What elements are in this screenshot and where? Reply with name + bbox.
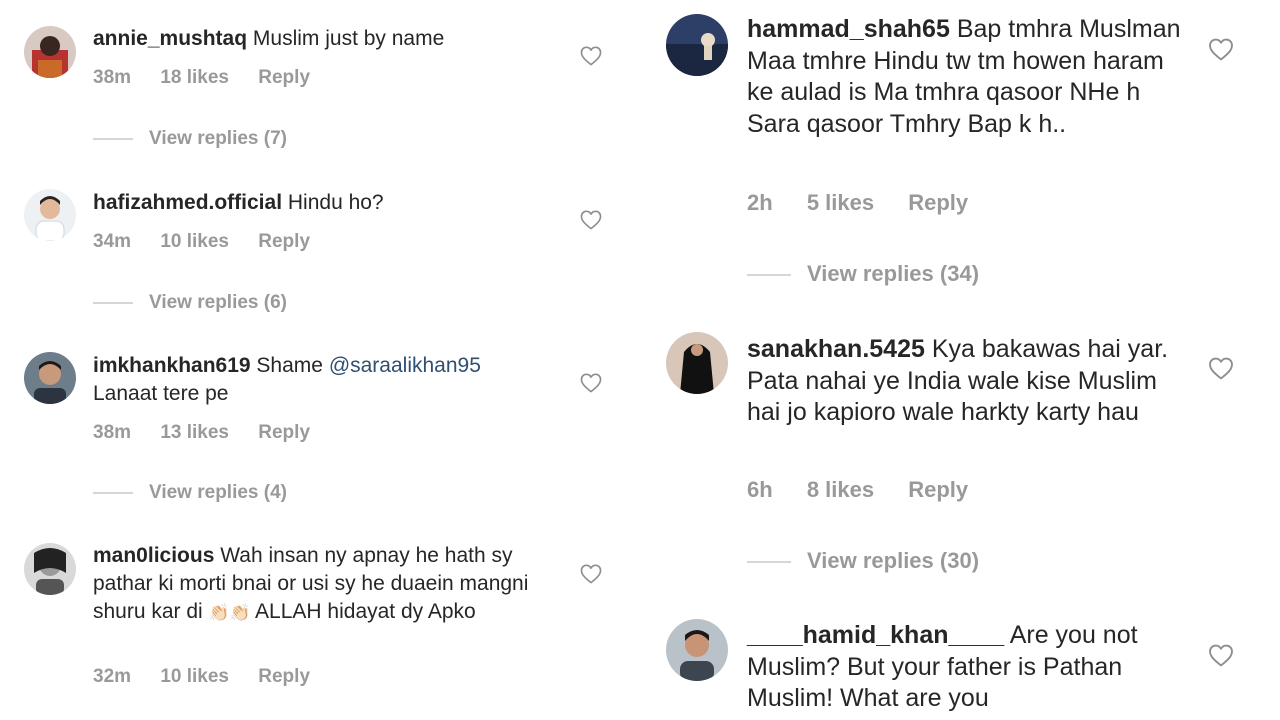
view-replies-label: View replies (6) — [149, 292, 287, 313]
reply-button[interactable]: Reply — [258, 67, 310, 89]
heart-outline-icon[interactable] — [580, 564, 602, 584]
comment-likes[interactable]: 8 likes — [807, 477, 874, 503]
divider — [747, 274, 791, 277]
comment-meta: 6h 8 likes Reply — [747, 477, 996, 503]
reply-button[interactable]: Reply — [258, 231, 310, 253]
avatar[interactable] — [666, 14, 728, 76]
comment-likes[interactable]: 18 likes — [160, 67, 229, 89]
comment-likes[interactable]: 5 likes — [807, 190, 874, 216]
comment-likes[interactable]: 10 likes — [160, 666, 229, 688]
reply-button[interactable]: Reply — [908, 477, 968, 503]
comment-time: 2h — [747, 190, 773, 215]
heart-outline-icon[interactable] — [1208, 38, 1234, 61]
comment-likes[interactable]: 13 likes — [160, 422, 229, 444]
view-replies-button[interactable]: View replies (7) — [93, 128, 287, 150]
view-replies-button[interactable]: View replies (30) — [747, 548, 979, 574]
comment-username[interactable]: ____hamid_khan____ — [747, 621, 1004, 649]
comment-text: Hindu ho? — [287, 191, 384, 214]
comment-meta: 38m 18 likes Reply — [93, 67, 334, 89]
heart-outline-icon[interactable] — [1208, 644, 1234, 667]
divider — [93, 137, 133, 140]
reply-button[interactable]: Reply — [258, 666, 310, 688]
comment-username[interactable]: hammad_shah65 — [747, 15, 950, 43]
comment-username[interactable]: annie_mushtaq — [93, 27, 247, 50]
comment-time: 32m — [93, 666, 132, 687]
view-replies-label: View replies (34) — [807, 261, 980, 286]
comment-time: 38m — [93, 422, 132, 443]
comment-mention-link[interactable]: @saraalikhan95 — [329, 354, 481, 377]
divider — [93, 301, 133, 304]
right-comment-column: hammad_shah65 Bap tmhra Muslman Maa tmhr… — [640, 0, 1280, 720]
comment-time: 38m — [93, 67, 132, 88]
avatar[interactable] — [666, 619, 728, 681]
heart-outline-icon[interactable] — [1208, 357, 1234, 380]
comment-likes[interactable]: 10 likes — [160, 231, 229, 253]
avatar[interactable] — [24, 543, 76, 595]
avatar[interactable] — [24, 352, 76, 404]
view-replies-button[interactable]: View replies (4) — [93, 482, 287, 504]
avatar[interactable] — [24, 26, 76, 78]
comment-username[interactable]: sanakhan.5425 — [747, 335, 925, 363]
heart-outline-icon[interactable] — [580, 373, 602, 393]
heart-outline-icon[interactable] — [580, 46, 602, 66]
comment-text-after: Lanaat tere pe — [93, 382, 229, 405]
reply-button[interactable]: Reply — [258, 422, 310, 444]
left-comment-column: annie_mushtaq Muslim just by name 38m 18… — [0, 0, 620, 720]
reply-button[interactable]: Reply — [908, 190, 968, 216]
comment-meta: 34m 10 likes Reply — [93, 231, 334, 253]
view-replies-label: View replies (4) — [149, 482, 287, 503]
avatar[interactable] — [24, 189, 76, 241]
avatar[interactable] — [666, 332, 728, 394]
comment-text: Muslim just by name — [252, 27, 445, 50]
clapping-hands-icon: 👏🏻👏🏻 — [208, 603, 251, 622]
comment-meta: 32m 10 likes Reply — [93, 666, 334, 688]
divider — [747, 561, 791, 564]
comment-username[interactable]: imkhankhan619 — [93, 354, 251, 377]
heart-outline-icon[interactable] — [580, 210, 602, 230]
view-replies-button[interactable]: View replies (6) — [93, 292, 287, 314]
comment-time: 34m — [93, 231, 132, 252]
comment-text-after: ALLAH hidayat dy Apko — [255, 600, 476, 623]
view-replies-button[interactable]: View replies (34) — [747, 261, 979, 287]
comment-username[interactable]: man0licious — [93, 544, 214, 567]
comment-meta: 38m 13 likes Reply — [93, 422, 334, 444]
view-replies-label: View replies (7) — [149, 128, 287, 149]
view-replies-label: View replies (30) — [807, 548, 980, 573]
divider — [93, 491, 133, 494]
comment-time: 6h — [747, 477, 773, 502]
comment-meta: 2h 5 likes Reply — [747, 190, 996, 216]
comment-username[interactable]: hafizahmed.official — [93, 191, 282, 214]
comment-text-before: Shame — [256, 354, 323, 377]
